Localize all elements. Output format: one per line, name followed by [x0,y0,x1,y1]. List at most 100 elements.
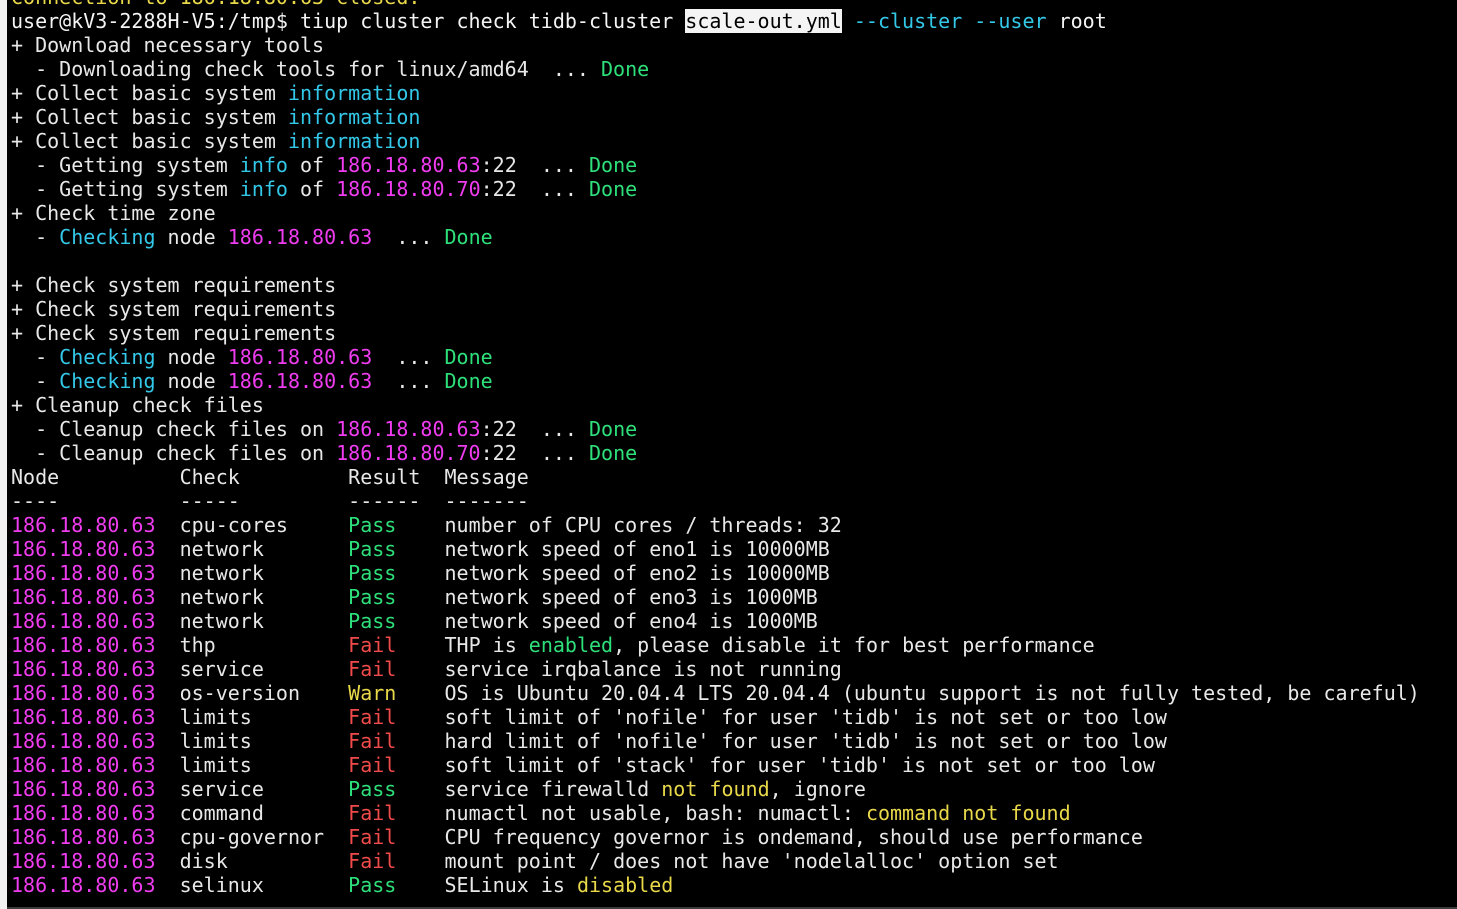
terminal-line: 186.18.80.63 limits Fail soft limit of '… [11,753,1420,777]
terminal-text-segment: selinux [155,873,349,897]
terminal-text-segment: Fail [348,633,397,657]
terminal-line: ---- ----- ------ ------- [11,489,1420,513]
terminal-text-segment: Pass [348,873,397,897]
terminal-text-segment: Done [588,417,638,441]
terminal-line: 186.18.80.63 network Pass network speed … [11,561,1420,585]
terminal-line: + Collect basic system information [11,81,1420,105]
terminal-line: 186.18.80.63 network Pass network speed … [11,537,1420,561]
terminal-text-segment: 186.18.80.63 [227,225,373,249]
terminal-text-segment: - [11,369,60,393]
terminal-text-segment: 186.18.80.70 [336,177,481,201]
terminal-line: 186.18.80.63 cpu-governor Fail CPU frequ… [11,825,1420,849]
selected-text: scale-out.yml [685,9,842,33]
terminal-text-segment: 186.18.80.63 [11,633,156,657]
terminal-text-segment: Pass [348,777,397,801]
terminal-line: - Getting system info of 186.18.80.63:22… [11,153,1420,177]
terminal-text-segment: + Collect basic system [11,81,288,105]
terminal-text-segment: disk [155,849,349,873]
terminal-line: 186.18.80.63 selinux Pass SELinux is dis… [11,873,1420,897]
terminal-text-segment: network speed of eno3 is 1000MB [396,585,818,609]
terminal-line: - Cleanup check files on 186.18.80.70:22… [11,441,1420,465]
terminal-text-segment: network [155,585,349,609]
terminal-text-segment: Fail [348,753,397,777]
terminal-text-segment: Checking [59,225,156,249]
terminal-text-segment: soft limit of 'nofile' for user 'tidb' i… [396,705,1167,729]
terminal-text-segment: cpu-governor [155,825,349,849]
terminal-text-segment: user@kV3-2288H-V5:/tmp$ tiup cluster che… [11,9,686,33]
terminal-text-segment: Fail [348,801,397,825]
terminal-line: + Check system requirements [11,297,1420,321]
terminal-line: - Getting system info of 186.18.80.70:22… [11,177,1420,201]
terminal-text-segment: + Check system requirements [11,297,337,321]
terminal-text-segment: Done [588,441,638,465]
terminal-text-segment: 186.18.80.63 [11,849,156,873]
terminal-text-segment: ... [372,345,445,369]
terminal-text-segment: - Getting system [11,177,240,201]
terminal-text-segment: ---- ----- ------ ------- [11,489,529,513]
terminal-window[interactable]: Connection to 186.18.80.63 closed.user@k… [0,0,1457,909]
terminal-text-segment: network speed of eno2 is 10000MB [396,561,830,585]
terminal-text-segment: --cluster --user [853,9,1047,33]
terminal-text-segment: 186.18.80.63 [11,585,156,609]
terminal-text-segment: 186.18.80.63 [11,681,156,705]
terminal-text-segment: + Check system requirements [11,321,337,345]
terminal-text-segment: information [287,105,421,129]
terminal-text-segment: + Cleanup check files [11,393,264,417]
terminal-line: + Cleanup check files [11,393,1420,417]
terminal-text-segment: service [155,657,349,681]
terminal-text-segment: 186.18.80.63 [11,753,156,777]
terminal-text-segment: of [287,177,337,201]
terminal-text-segment: ... [372,225,445,249]
terminal-text-segment: 186.18.80.63 [11,561,156,585]
terminal-text-segment: of [287,153,337,177]
terminal-text-segment: - Getting system [11,153,240,177]
terminal-text-segment: info [239,177,288,201]
terminal-text-segment: 186.18.80.63 [11,729,156,753]
terminal-text-segment: + Collect basic system [11,129,288,153]
terminal-text-segment: os-version [155,681,349,705]
terminal-line: 186.18.80.63 os-version Warn OS is Ubunt… [11,681,1420,705]
terminal-text-segment: 186.18.80.70 [336,441,481,465]
terminal-line: + Check time zone [11,201,1420,225]
terminal-line: - Checking node 186.18.80.63 ... Done [11,369,1420,393]
terminal-line: + Collect basic system information [11,129,1420,153]
terminal-line: 186.18.80.63 limits Fail hard limit of '… [11,729,1420,753]
terminal-text-segment: Fail [348,825,397,849]
terminal-line: 186.18.80.63 network Pass network speed … [11,585,1420,609]
terminal-text-segment: 186.18.80.63 [11,657,156,681]
terminal-text-segment: Pass [348,537,397,561]
terminal-text-segment: command not found [865,801,1071,825]
terminal-line: 186.18.80.63 service Fail service irqbal… [11,657,1420,681]
terminal-line: + Check system requirements [11,321,1420,345]
terminal-text-segment: + Download necessary tools [11,33,325,57]
terminal-text-segment: 186.18.80.63 [11,825,156,849]
terminal-text-segment: Checking [59,369,156,393]
terminal-text-segment: service [155,777,349,801]
terminal-text-segment: Done [589,153,638,177]
terminal-text-segment: Done [601,57,650,81]
terminal-text-segment: 186.18.80.63 [227,345,373,369]
terminal-line: - Cleanup check files on 186.18.80.63:22… [11,417,1420,441]
terminal-text-segment: 186.18.80.63 [227,369,373,393]
terminal-line: + Collect basic system information [11,105,1420,129]
terminal-text-segment: service irqbalance is not running [396,657,842,681]
terminal-line: 186.18.80.63 service Pass service firewa… [11,777,1420,801]
terminal-text-segment: root [1046,9,1107,33]
terminal-text-segment: + Collect basic system [11,105,288,129]
terminal-text-segment: hard limit of 'nofile' for user 'tidb' i… [396,729,1167,753]
terminal-text-segment: - Cleanup check files on [11,417,337,441]
terminal-text-segment: info [239,153,288,177]
terminal-text-segment: - [11,345,60,369]
terminal-text-segment: information [287,129,421,153]
terminal-text-segment: Done [444,345,493,369]
terminal-text-segment: 186.18.80.63 [11,777,156,801]
terminal-text-segment: node [155,345,228,369]
terminal-text-segment: disabled [576,873,674,897]
terminal-line: 186.18.80.63 network Pass network speed … [11,609,1420,633]
terminal-text-segment: Checking [59,345,156,369]
terminal-output: Connection to 186.18.80.63 closed.user@k… [11,0,1420,897]
terminal-line: Node Check Result Message [11,465,1420,489]
terminal-text-segment: service firewalld [396,777,662,801]
terminal-line: 186.18.80.63 command Fail numactl not us… [11,801,1420,825]
